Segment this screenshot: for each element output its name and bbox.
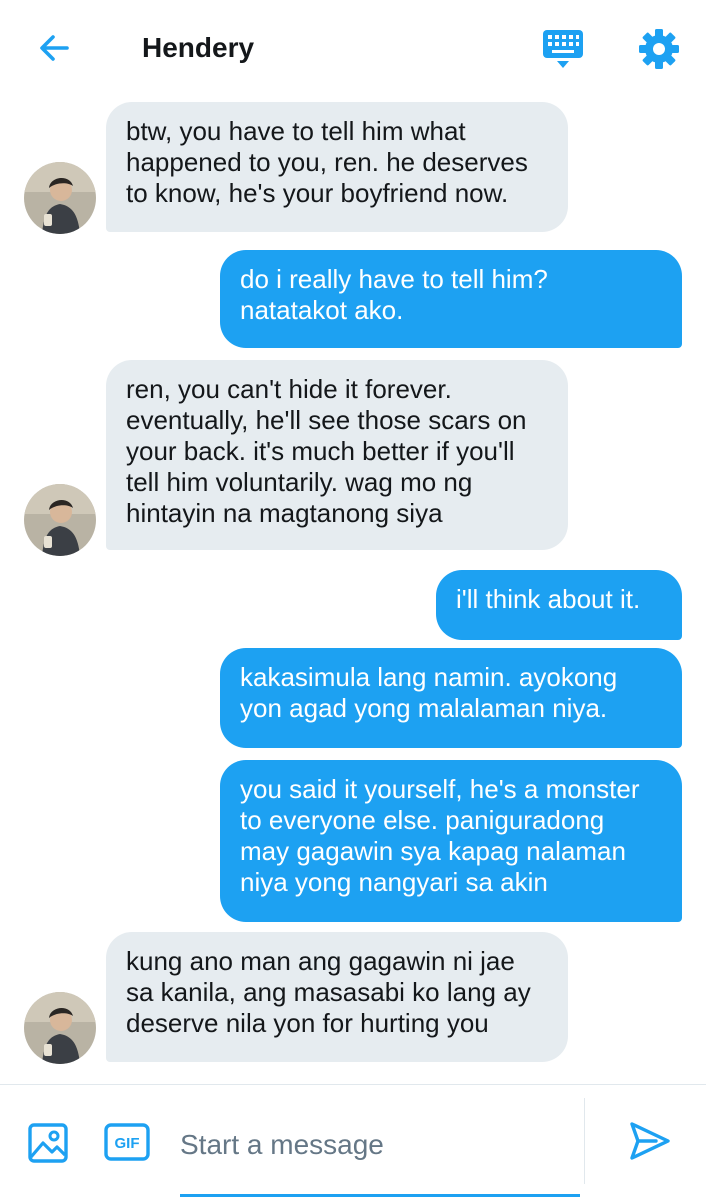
message-bubble-outgoing[interactable]: i'll think about it. bbox=[436, 570, 682, 640]
message-composer: GIF bbox=[0, 1084, 706, 1201]
avatar[interactable] bbox=[24, 992, 96, 1064]
gif-label: GIF bbox=[115, 1135, 140, 1152]
send-icon bbox=[630, 1122, 670, 1160]
image-icon bbox=[28, 1123, 68, 1163]
avatar[interactable] bbox=[24, 484, 96, 556]
message-input[interactable] bbox=[180, 1121, 584, 1169]
gear-icon bbox=[639, 29, 679, 69]
settings-button[interactable] bbox=[636, 26, 682, 72]
message-bubble-outgoing[interactable]: you said it yourself, he's a monster to … bbox=[220, 760, 682, 922]
gif-icon: GIF bbox=[104, 1123, 150, 1161]
message-bubble-incoming[interactable]: kung ano man ang gagawin ni jae sa kanil… bbox=[106, 932, 568, 1062]
keyboard-button[interactable] bbox=[540, 26, 586, 72]
message-bubble-incoming[interactable]: btw, you have to tell him what happened … bbox=[106, 102, 568, 232]
message-list: btw, you have to tell him what happened … bbox=[0, 96, 706, 1080]
arrow-left-icon bbox=[40, 35, 69, 61]
add-photo-button[interactable] bbox=[26, 1121, 70, 1165]
conversation-header: Hendery bbox=[0, 0, 706, 96]
avatar-image bbox=[24, 992, 96, 1064]
avatar[interactable] bbox=[24, 162, 96, 234]
avatar-image bbox=[24, 484, 96, 556]
avatar-image bbox=[24, 162, 96, 234]
message-bubble-outgoing[interactable]: do i really have to tell him? natatakot … bbox=[220, 250, 682, 348]
back-button[interactable] bbox=[34, 28, 74, 68]
message-bubble-outgoing[interactable]: kakasimula lang namin. ayokong yon agad … bbox=[220, 648, 682, 748]
conversation-title: Hendery bbox=[142, 32, 255, 63]
send-button[interactable] bbox=[626, 1118, 672, 1164]
composer-divider bbox=[584, 1098, 585, 1184]
gif-button[interactable]: GIF bbox=[104, 1123, 150, 1161]
keyboard-icon bbox=[543, 30, 583, 68]
message-bubble-incoming[interactable]: ren, you can't hide it forever. eventual… bbox=[106, 360, 568, 550]
input-underline bbox=[180, 1194, 580, 1197]
